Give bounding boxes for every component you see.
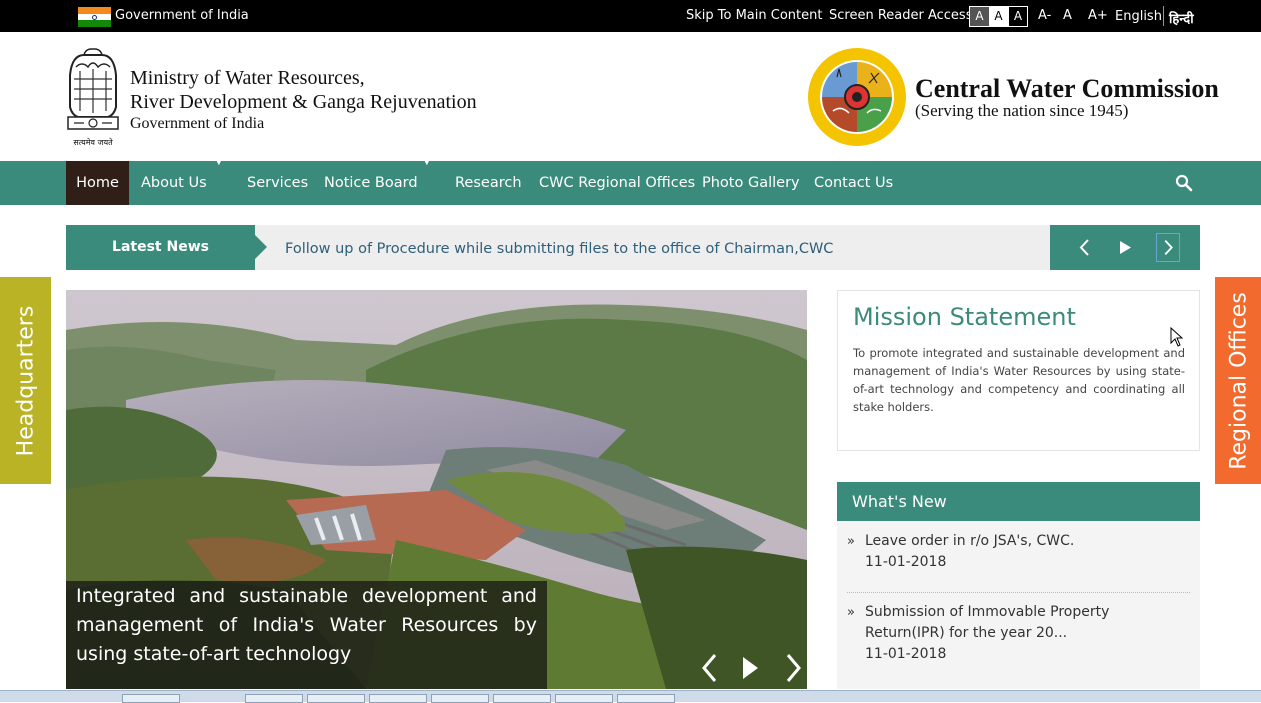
news-item-title[interactable]: Leave order in r/o JSA's, CWC.: [847, 531, 1190, 552]
national-emblem-icon[interactable]: सत्यमेव जयते: [62, 45, 124, 150]
nav-about-us[interactable]: About Us: [141, 161, 207, 205]
nav-contact-us[interactable]: Contact Us: [814, 161, 893, 205]
nav-services[interactable]: Services: [247, 161, 308, 205]
hero-slider: Integrated and sustainable development a…: [66, 290, 807, 689]
skip-to-main-link[interactable]: Skip To Main Content: [686, 8, 822, 23]
contrast-gray-button[interactable]: A: [970, 7, 989, 26]
list-item[interactable]: » Submission of Immovable Property Retur…: [847, 602, 1190, 665]
cwc-title: Central Water Commission: [915, 74, 1219, 103]
ministry-line-1: Ministry of Water Resources,: [130, 67, 365, 89]
font-decrease-button[interactable]: A-: [1038, 8, 1051, 23]
slider-play-icon[interactable]: [739, 652, 761, 684]
ministry-title-block: Ministry of Water Resources, River Devel…: [130, 66, 477, 134]
language-hindi-link[interactable]: हिन्दी: [1169, 9, 1194, 27]
india-flag-icon: [78, 7, 111, 27]
notice-board-dropdown-icon[interactable]: ▼: [423, 156, 431, 167]
list-item[interactable]: » Leave order in r/o JSA's, CWC. 11-01-2…: [847, 531, 1190, 593]
headquarters-tab[interactable]: Headquarters: [0, 277, 51, 484]
nav-photo-gallery[interactable]: Photo Gallery: [702, 161, 800, 205]
regional-offices-tab[interactable]: Regional Offices: [1215, 277, 1261, 484]
search-icon[interactable]: [1175, 174, 1193, 192]
headquarters-tab-label: Headquarters: [13, 305, 39, 457]
slider-next-icon[interactable]: [782, 652, 804, 684]
ministry-line-2: River Development & Ganga Rejuvenation: [130, 91, 477, 113]
language-divider: [1163, 6, 1164, 26]
top-utility-bar: Government of India Skip To Main Content…: [0, 0, 1261, 32]
nav-cwc-regional-offices[interactable]: CWC Regional Offices: [539, 161, 695, 205]
ministry-line-3: Government of India: [130, 115, 265, 132]
os-taskbar: [0, 690, 1261, 703]
emblem-motto-text: सत्यमेव जयते: [73, 137, 113, 147]
news-next-icon[interactable]: [1156, 233, 1180, 262]
language-english-link[interactable]: English: [1115, 9, 1162, 24]
latest-news-label: Latest News: [66, 225, 267, 270]
mouse-cursor-icon: [1170, 327, 1184, 347]
news-controls: [1050, 225, 1200, 270]
government-of-india-link[interactable]: Government of India: [115, 8, 249, 23]
nav-research[interactable]: Research: [455, 161, 522, 205]
contrast-switcher: A A A: [969, 6, 1028, 27]
main-navigation: Home About Us ▼ Services Notice Board ▼ …: [0, 156, 1261, 205]
nav-notice-board[interactable]: Notice Board: [324, 161, 418, 205]
font-increase-button[interactable]: A+: [1088, 8, 1108, 23]
double-chevron-icon: »: [847, 534, 855, 549]
news-item-date: 11-01-2018: [865, 554, 947, 570]
latest-news-item[interactable]: Follow up of Procedure while submitting …: [285, 225, 833, 274]
about-us-dropdown-icon[interactable]: ▼: [215, 156, 223, 167]
latest-news-ticker: Latest News Follow up of Procedure while…: [66, 225, 1200, 270]
font-normal-button[interactable]: A: [1063, 8, 1072, 23]
double-chevron-icon: »: [847, 605, 855, 620]
regional-offices-tab-label: Regional Offices: [1226, 292, 1252, 470]
slider-prev-icon[interactable]: [699, 652, 721, 684]
whats-new-list: » Leave order in r/o JSA's, CWC. 11-01-2…: [837, 521, 1200, 689]
contrast-black-button[interactable]: A: [1008, 7, 1027, 26]
screen-reader-access-link[interactable]: Screen Reader Access: [829, 8, 972, 23]
whats-new-header: What's New: [837, 482, 1200, 521]
mission-body: To promote integrated and sustainable de…: [853, 346, 1185, 414]
slider-caption: Integrated and sustainable development a…: [66, 581, 547, 689]
mission-title: Mission Statement: [853, 303, 1076, 331]
cwc-subtitle: (Serving the nation since 1945): [915, 101, 1129, 120]
news-item-date: 11-01-2018: [865, 646, 947, 662]
news-prev-icon[interactable]: [1073, 233, 1097, 262]
news-play-icon[interactable]: [1113, 233, 1137, 262]
nav-home[interactable]: Home: [66, 161, 129, 205]
mission-statement-box: Mission Statement To promote integrated …: [837, 290, 1200, 451]
contrast-white-button[interactable]: A: [989, 7, 1008, 26]
news-item-title[interactable]: Submission of Immovable Property Return(…: [847, 602, 1190, 644]
cwc-logo-icon[interactable]: [807, 47, 907, 147]
